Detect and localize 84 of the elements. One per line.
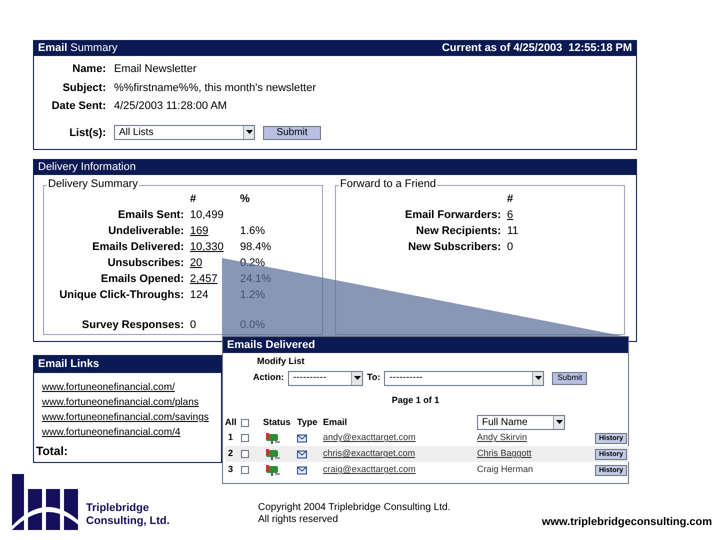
stat-label: Email Forwarders: (404, 208, 501, 222)
url-link[interactable]: www.fortuneonefinancial.com/4 (42, 426, 221, 440)
mailbox-icon (263, 448, 281, 460)
panel-title: Email Summary (38, 41, 118, 56)
checkbox[interactable] (241, 450, 249, 458)
company-name: Triplebridge (86, 502, 150, 515)
email-link[interactable]: andy@exacttarget.com (323, 431, 416, 445)
field-label: Subject: (62, 80, 106, 96)
panel-title: Emails Delivered (227, 338, 316, 353)
checkbox[interactable] (241, 434, 249, 442)
name-link[interactable]: Andy Skirvin (477, 431, 528, 445)
stat-value: 0 (507, 240, 514, 254)
group-legend: Delivery Summary (47, 179, 139, 190)
field-label: List(s): (68, 126, 106, 140)
field-label: Date Sent: (50, 99, 106, 114)
stat-percent: 24.1% (240, 272, 272, 286)
select-all-checkbox[interactable] (241, 418, 249, 426)
timestamp: Current as of 4/25/2003 12:55:18 PM (442, 41, 632, 56)
envelope-icon (297, 465, 307, 475)
section-label: Modify List (257, 355, 306, 368)
stat-value: 11 (507, 224, 518, 238)
action-select[interactable]: ---------- (288, 370, 363, 386)
checkbox[interactable] (241, 466, 249, 474)
stat-label: Emails Opened: (100, 272, 184, 286)
url-link[interactable]: www.fortuneonefinancial.com/savings (42, 411, 221, 425)
column-heading: Email (323, 416, 348, 429)
column-heading: Type (297, 416, 318, 429)
field-label: Action: (253, 371, 284, 384)
stat-label: Emails Delivered: (91, 240, 184, 254)
field-label: To: (367, 371, 380, 384)
stat-link[interactable]: 169 (190, 224, 208, 238)
stat-link[interactable]: 2,457 (190, 272, 218, 286)
panel-title: Delivery Information (38, 160, 136, 176)
stat-label: Unsubscribes: (106, 256, 184, 270)
stat-link[interactable]: 6 (507, 208, 514, 222)
submit-button[interactable]: Submit (552, 372, 588, 384)
url-link[interactable]: www.fortuneonefinancial.com/ (42, 381, 221, 395)
name-text: Craig Herman (477, 463, 534, 476)
column-heading: % (240, 192, 251, 206)
copyright-text: Copyright 2004 Triplebridge Consulting Ltd. (258, 502, 450, 514)
stat-link[interactable]: 10,330 (190, 240, 224, 254)
stat-percent: 0.0% (240, 318, 266, 332)
stat-percent: 1.2% (240, 288, 266, 302)
panel-title: Email Links (38, 357, 100, 372)
lists-select[interactable]: All Lists (114, 125, 255, 140)
row-number: 2 (227, 447, 234, 460)
stat-label: New Subscribers: (407, 240, 501, 254)
copyright-text: All rights reserved (258, 514, 340, 526)
field-label: Name: (71, 62, 106, 77)
column-heading: Status (263, 416, 292, 429)
submit-button[interactable]: Submit (263, 126, 321, 140)
stat-percent: 0.2% (240, 256, 266, 270)
stat-label: Emails Sent: (116, 208, 184, 222)
name-select[interactable]: Full Name (477, 415, 565, 430)
group-legend: Forward to a Friend (339, 179, 437, 190)
email-link[interactable]: craig@exacttarget.com (323, 463, 416, 477)
stat-link[interactable]: 20 (190, 256, 202, 270)
stat-percent: 1.6% (240, 224, 266, 238)
url-link[interactable]: www.fortuneonefinancial.com/plans (42, 396, 221, 410)
total-label: Total: (36, 443, 69, 460)
column-heading: # (190, 192, 198, 206)
column-heading: # (507, 192, 514, 206)
stat-percent: 98.4% (240, 240, 272, 254)
field-value: 4/25/2003 11:28:00 AM (114, 99, 228, 114)
row-number: 1 (227, 431, 234, 444)
envelope-icon (297, 433, 307, 443)
stat-value: 10,499 (190, 208, 224, 222)
field-value: %%firstname%%, this month's newsletter (114, 80, 318, 96)
stat-label: Unique Click-Throughs: (58, 288, 184, 302)
stat-label: Undeliverable: (107, 224, 184, 238)
page-indicator: Page 1 of 1 (390, 394, 440, 407)
company-name: Consulting, Ltd. (86, 515, 170, 528)
website-url: www.triplebridgeconsulting.com (542, 515, 712, 530)
column-heading: All (225, 416, 238, 429)
stat-label: New Recipients: (415, 224, 501, 238)
stat-value: 0 (190, 318, 196, 332)
stat-label: Survey Responses: (80, 318, 184, 332)
mailbox-icon (263, 432, 281, 444)
envelope-icon (297, 449, 307, 459)
mailbox-icon (263, 464, 281, 476)
stat-value: 124 (190, 288, 208, 302)
row-number: 3 (227, 463, 234, 476)
field-value: Email Newsletter (114, 62, 198, 77)
list-select[interactable]: ---------- (384, 370, 544, 386)
